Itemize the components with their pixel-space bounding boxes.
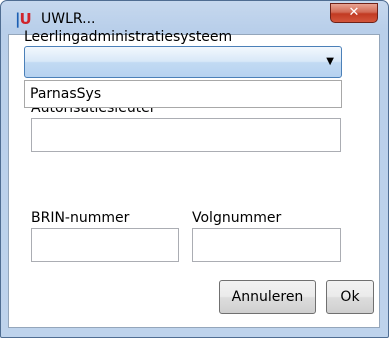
ok-button[interactable]: Ok (326, 280, 374, 314)
close-button[interactable]: ✕ (330, 3, 378, 23)
system-dropdown-list: ParnasSys (24, 80, 342, 108)
chevron-down-icon[interactable]: ▼ (326, 56, 334, 68)
close-icon: ✕ (348, 5, 360, 20)
cancel-button[interactable]: Annuleren (219, 280, 316, 314)
system-select[interactable]: ▼ (24, 46, 342, 78)
brin-label: BRIN-nummer (31, 210, 130, 226)
window-title: UWLR... (41, 11, 96, 27)
auth-key-input[interactable] (31, 118, 341, 152)
app-logo-icon: |U (15, 10, 32, 28)
dialog-content (8, 34, 380, 328)
system-label: Leerlingadministratiesysteem (24, 29, 233, 45)
dropdown-option-parnassys[interactable]: ParnasSys (30, 85, 101, 103)
volgnummer-input[interactable] (192, 228, 341, 262)
brin-input[interactable] (31, 228, 179, 262)
volgnummer-label: Volgnummer (192, 210, 282, 226)
